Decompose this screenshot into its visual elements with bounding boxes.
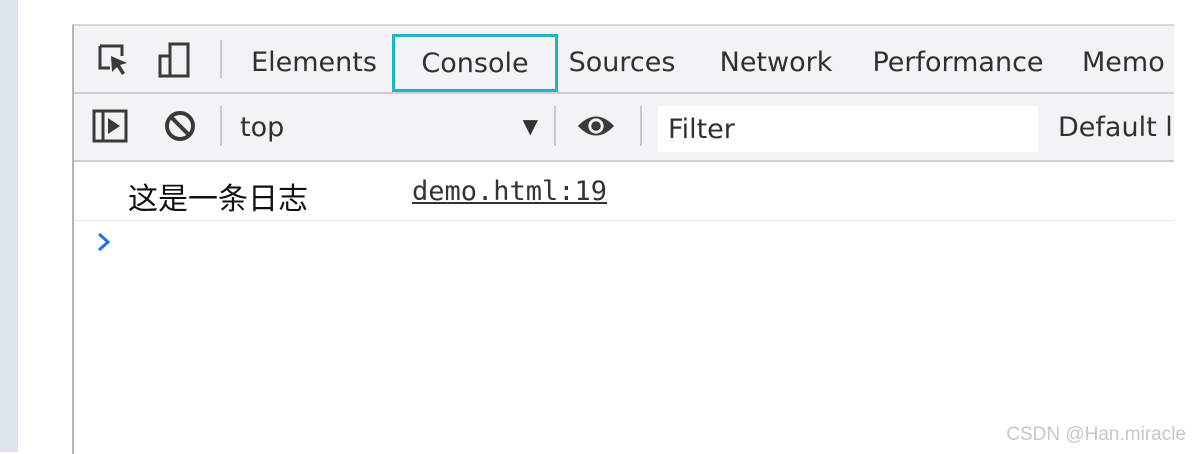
- toolbar-separator: [640, 106, 642, 146]
- devtools-tab-bar: Elements Console Sources Network Perform…: [74, 26, 1174, 94]
- context-value: top: [240, 111, 285, 143]
- watermark: CSDN @Han.miracle: [1006, 424, 1186, 445]
- tab-memory[interactable]: Memo: [1082, 36, 1174, 88]
- console-message-text: 这是一条日志: [128, 182, 308, 217]
- toolbar-separator: [554, 106, 556, 146]
- clear-console-icon[interactable]: [160, 106, 200, 146]
- console-message-source-link[interactable]: demo.html:19: [412, 176, 607, 207]
- inspect-element-icon[interactable]: [94, 40, 134, 80]
- left-margin-strip: [0, 0, 18, 452]
- console-message-row: 这是一条日志 demo.html:19: [74, 162, 1174, 221]
- log-levels-dropdown[interactable]: Default le: [1058, 112, 1174, 143]
- tab-elements[interactable]: Elements: [244, 36, 384, 88]
- console-toolbar: top ▼ Default le: [74, 94, 1174, 162]
- tab-network[interactable]: Network: [712, 36, 840, 88]
- tab-sources[interactable]: Sources: [564, 36, 680, 88]
- execution-context-select[interactable]: top ▼: [224, 106, 546, 148]
- dropdown-arrow-icon: ▼: [522, 114, 538, 138]
- live-expression-eye-icon[interactable]: [576, 106, 616, 146]
- tab-console[interactable]: Console: [392, 34, 558, 92]
- filter-input[interactable]: [658, 106, 1038, 152]
- device-toolbar-icon[interactable]: [154, 40, 194, 80]
- tab-performance[interactable]: Performance: [872, 36, 1044, 88]
- console-output: 这是一条日志 demo.html:19: [74, 162, 1174, 454]
- devtools-panel: Elements Console Sources Network Perform…: [72, 24, 1174, 454]
- console-prompt-chevron-icon[interactable]: [94, 230, 114, 254]
- toolbar-separator: [220, 106, 222, 146]
- show-console-sidebar-icon[interactable]: [90, 106, 130, 146]
- tabbar-separator: [220, 40, 222, 78]
